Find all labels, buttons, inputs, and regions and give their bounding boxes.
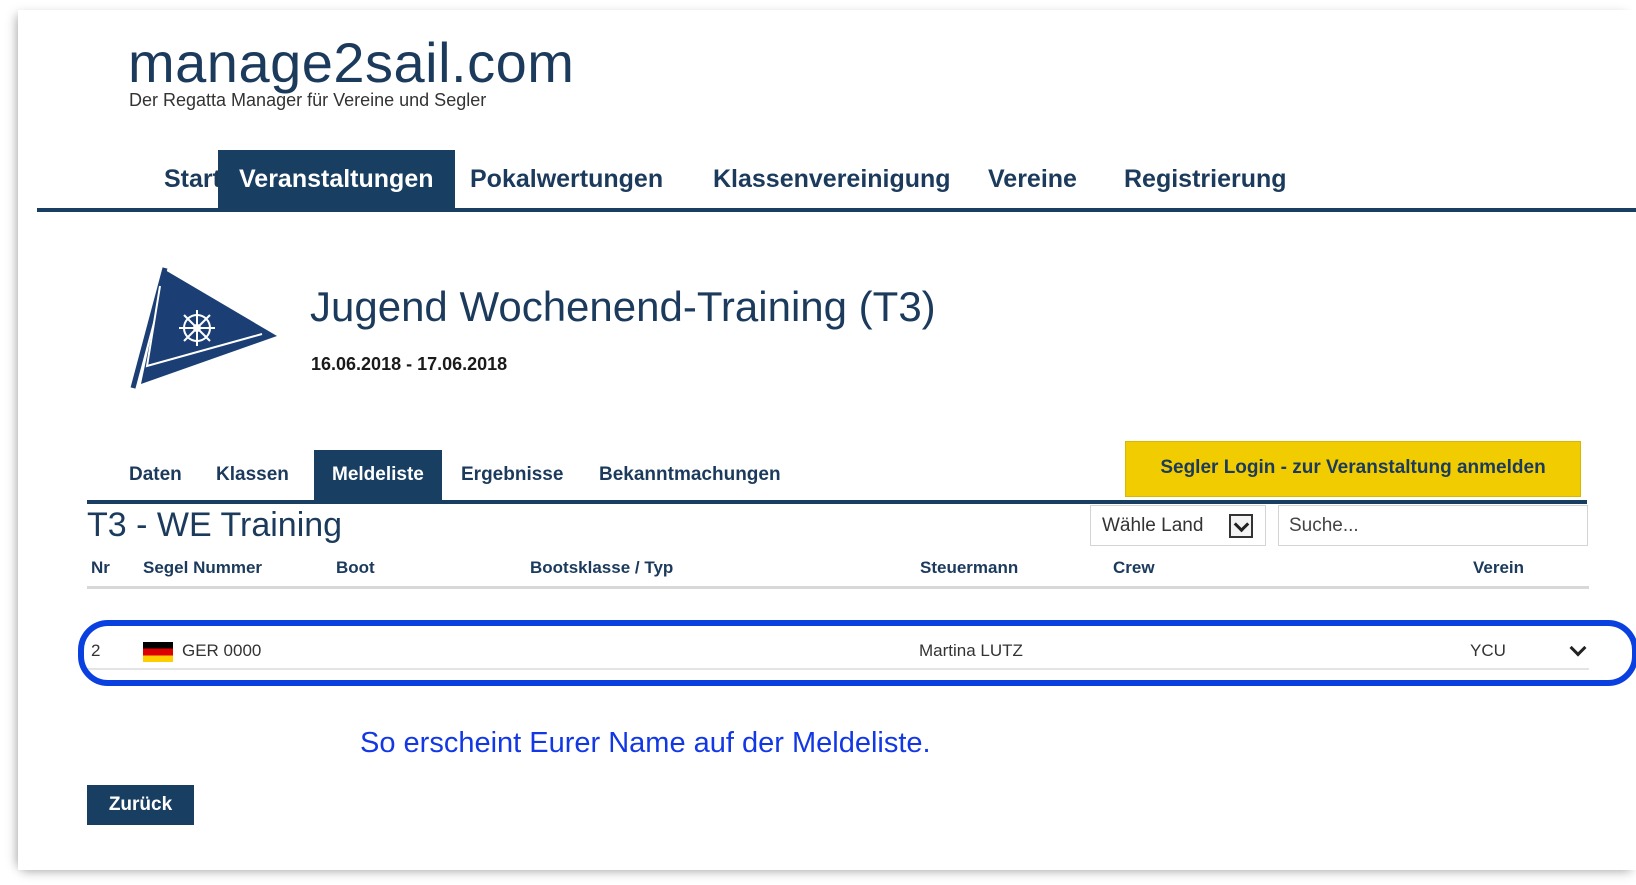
tab-bekanntmachungen[interactable]: Bekanntmachungen (581, 450, 799, 500)
site-tagline: Der Regatta Manager für Vereine und Segl… (129, 90, 487, 110)
nav-registrierung[interactable]: Registrierung (1103, 150, 1308, 208)
entry-sail-number: GER 0000 (182, 641, 262, 660)
segler-login-button[interactable]: Segler Login - zur Veranstaltung anmelde… (1125, 441, 1581, 497)
tab-daten[interactable]: Daten (111, 450, 200, 500)
club-burgee-flag-icon (130, 267, 277, 389)
tab-meldeliste[interactable]: Meldeliste (314, 450, 442, 500)
annotation-text: So erscheint Eurer Name auf der Meldelis… (360, 727, 931, 759)
search-input[interactable] (1278, 505, 1588, 546)
entry-nr: 2 (91, 641, 101, 660)
entry-list-title: T3 - WE Training (87, 506, 343, 544)
country-select-value: Wähle Land (1102, 515, 1204, 536)
column-header-verein[interactable]: Verein (1473, 558, 1524, 578)
dropdown-arrow-icon[interactable] (1229, 514, 1253, 538)
column-header-segel-nummer[interactable]: Segel Nummer (143, 558, 262, 578)
column-header-nr[interactable]: Nr (91, 558, 110, 578)
column-header-bootsklasse[interactable]: Bootsklasse / Typ (530, 558, 673, 578)
entry-club: YCU (1470, 641, 1506, 660)
back-button[interactable]: Zurück (87, 785, 194, 825)
entry-helmsman: Martina LUTZ (919, 641, 1023, 660)
nav-vereine[interactable]: Vereine (967, 150, 1098, 208)
column-header-boot[interactable]: Boot (336, 558, 375, 578)
tab-klassen[interactable]: Klassen (198, 450, 307, 500)
event-title: Jugend Wochenend-Training (T3) (310, 283, 936, 330)
main-nav: Start Veranstaltungen Pokalwertungen Kla… (37, 150, 1636, 212)
table-header-divider (87, 586, 1589, 589)
site-title[interactable]: manage2sail.com (128, 30, 574, 95)
nav-veranstaltungen[interactable]: Veranstaltungen (218, 150, 455, 208)
column-header-steuermann[interactable]: Steuermann (920, 558, 1018, 578)
nav-klassenvereinigung[interactable]: Klassenvereinigung (692, 150, 972, 208)
event-dates: 16.06.2018 - 17.06.2018 (311, 354, 508, 374)
column-header-crew[interactable]: Crew (1113, 558, 1155, 578)
tab-ergebnisse[interactable]: Ergebnisse (443, 450, 581, 500)
germany-flag-icon (143, 642, 173, 662)
chevron-down-icon[interactable] (1567, 640, 1589, 662)
country-select[interactable]: Wähle Land (1090, 505, 1266, 546)
nav-pokalwertungen[interactable]: Pokalwertungen (449, 150, 684, 208)
table-row[interactable]: 2 GER 0000 Martina LUTZ YCU (87, 632, 1589, 670)
